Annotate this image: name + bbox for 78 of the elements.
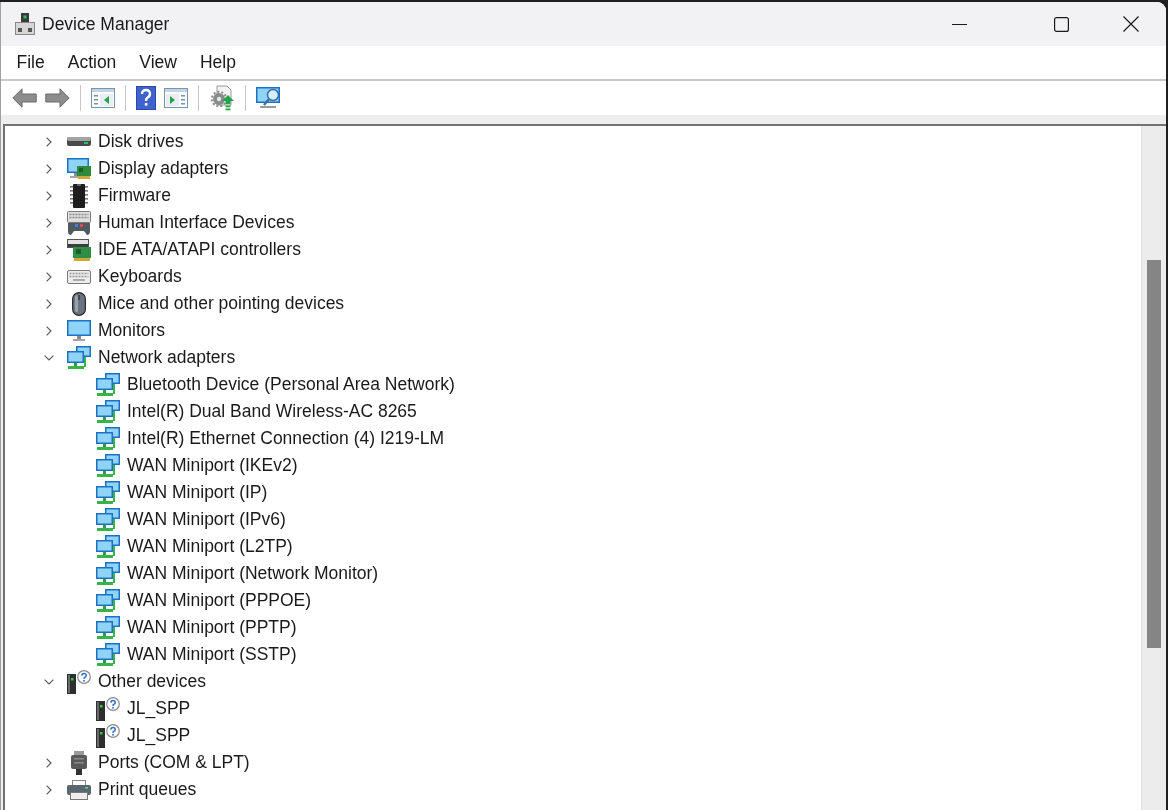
help-button[interactable]	[136, 86, 156, 110]
chevron-right-icon[interactable]	[46, 298, 52, 309]
drive-board-icon	[67, 238, 91, 261]
action-pane-button[interactable]	[164, 88, 188, 108]
tree-item[interactable]: Keyboards	[98, 266, 182, 287]
keyboard-gamepad-icon	[67, 210, 91, 235]
tree-item[interactable]: Print queues	[98, 779, 197, 800]
monitor-icon	[67, 320, 91, 341]
chevron-right-icon[interactable]	[46, 757, 52, 768]
network-computers-icon	[96, 589, 120, 612]
network-computers-icon	[96, 400, 120, 423]
tree-item[interactable]: Disk drives	[98, 131, 184, 152]
scrollbar[interactable]	[1141, 126, 1166, 810]
tree-item[interactable]: WAN Miniport (PPTP)	[127, 617, 297, 638]
forward-arrow-icon	[45, 88, 70, 108]
unknown-device-icon	[96, 723, 120, 748]
tree-item[interactable]: Intel(R) Dual Band Wireless-AC 8265	[127, 401, 417, 422]
chevron-right-icon[interactable]	[46, 784, 52, 795]
gear-up-arrow-icon	[209, 85, 235, 111]
back-arrow-icon	[12, 88, 37, 108]
tree-item[interactable]: Human Interface Devices	[98, 212, 295, 233]
tree-item[interactable]: Monitors	[98, 320, 166, 341]
chevron-right-icon[interactable]	[46, 244, 52, 255]
network-computers-icon	[67, 346, 91, 369]
tree-item[interactable]: WAN Miniport (SSTP)	[127, 644, 297, 665]
hard-drive-icon	[67, 137, 91, 146]
network-computers-icon	[96, 427, 120, 450]
chevron-down-icon[interactable]	[44, 678, 54, 685]
network-computers-icon	[96, 454, 120, 477]
tree-item[interactable]: WAN Miniport (L2TP)	[127, 536, 293, 557]
tree-item[interactable]: WAN Miniport (Network Monitor)	[127, 563, 379, 584]
unknown-device-icon	[96, 696, 120, 721]
unknown-device-icon	[67, 669, 91, 694]
tree-item[interactable]: Other devices	[98, 671, 206, 692]
keyboard-icon	[67, 269, 91, 284]
tree-item[interactable]: JL_SPP	[127, 698, 191, 719]
chevron-right-icon[interactable]	[46, 163, 52, 174]
port-plug-icon	[71, 750, 87, 775]
tree-item[interactable]: WAN Miniport (IPv6)	[127, 509, 286, 530]
chevron-right-icon[interactable]	[46, 271, 52, 282]
monitor-card-icon	[67, 158, 91, 179]
network-computers-icon	[96, 643, 120, 666]
mouse-icon	[72, 291, 86, 316]
tree-item[interactable]: Network adapters	[98, 347, 236, 368]
network-computers-icon	[96, 508, 120, 531]
tree-item[interactable]: Display adapters	[98, 158, 229, 179]
tree-item[interactable]: WAN Miniport (IP)	[127, 482, 268, 503]
chevron-right-icon[interactable]	[46, 217, 52, 228]
chevron-down-icon[interactable]	[44, 354, 54, 361]
network-computers-icon	[96, 616, 120, 639]
tree-item[interactable]: Intel(R) Ethernet Connection (4) I219-LM	[127, 428, 445, 449]
chip-icon	[70, 183, 88, 208]
tree-item[interactable]: Bluetooth Device (Personal Area Network)	[127, 374, 455, 395]
tree-item[interactable]: Mice and other pointing devices	[98, 293, 345, 314]
tree-item[interactable]: WAN Miniport (PPPOE)	[127, 590, 312, 611]
tree-item[interactable]: Ports (COM & LPT)	[98, 752, 250, 773]
close-icon	[1123, 16, 1139, 32]
scan-hardware-button[interactable]	[256, 87, 282, 109]
scrollbar-thumb[interactable]	[1147, 260, 1161, 648]
monitor-magnifier-icon	[256, 87, 282, 109]
help-icon	[136, 86, 156, 110]
console-tree-button[interactable]	[91, 88, 115, 108]
tree-item[interactable]: Firmware	[98, 185, 171, 206]
app-icon	[15, 13, 35, 35]
chevron-right-icon[interactable]	[46, 325, 52, 336]
maximize-icon	[1053, 16, 1069, 32]
network-computers-icon	[96, 562, 120, 585]
minimize-icon	[951, 23, 967, 25]
chevron-right-icon[interactable]	[46, 190, 52, 201]
tree-item[interactable]: JL_SPP	[127, 725, 191, 746]
printer-icon	[67, 779, 91, 800]
tree-item[interactable]: IDE ATA/ATAPI controllers	[98, 239, 301, 260]
window-title: Device Manager	[42, 13, 170, 35]
tree-item[interactable]: WAN Miniport (IKEv2)	[127, 455, 298, 476]
network-computers-icon	[96, 481, 120, 504]
network-computers-icon	[96, 373, 120, 396]
network-computers-icon	[96, 535, 120, 558]
chevron-right-icon[interactable]	[46, 136, 52, 147]
